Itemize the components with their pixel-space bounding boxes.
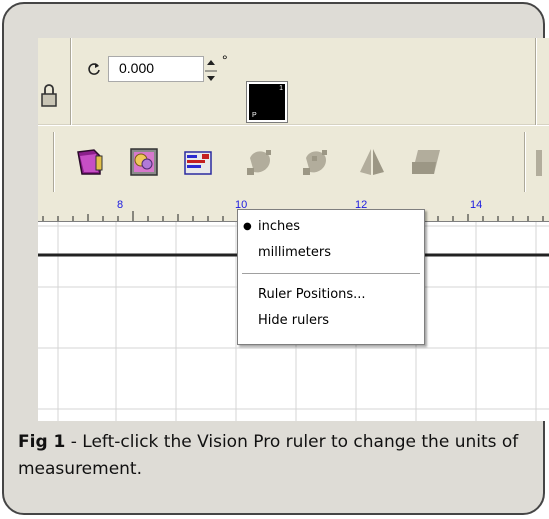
figure-frame: 0.000 ° 1 P 8 10 12 14 ● inches millimet… xyxy=(2,2,549,515)
toolbar-separator xyxy=(70,38,72,125)
ruler-tick-label: 8 xyxy=(117,199,124,211)
property-toolbar: 0.000 ° 1 P xyxy=(38,38,549,125)
ruler-tick-label: 14 xyxy=(470,199,483,211)
menu-item-label: inches xyxy=(258,219,301,234)
menu-item-label: Ruler Positions... xyxy=(258,287,366,302)
color-swatch[interactable]: 1 P xyxy=(246,81,288,123)
swatch-corner-label: P xyxy=(252,112,257,119)
lock-icon[interactable] xyxy=(40,82,58,108)
figure-label: Fig 1 xyxy=(18,432,66,452)
swatch-corner-label: 1 xyxy=(279,85,283,92)
rotate-icon xyxy=(88,63,100,75)
icon-toolbar xyxy=(38,125,549,200)
gradient-fill-icon[interactable] xyxy=(128,146,160,178)
menu-item-inches[interactable]: ● inches xyxy=(238,216,424,238)
menu-item-label: Hide rulers xyxy=(258,313,330,328)
toolbar-separator xyxy=(524,132,526,192)
toolbar-separator xyxy=(53,132,55,192)
shape-icon[interactable] xyxy=(410,146,442,178)
app-screenshot: 0.000 ° 1 P 8 10 12 14 ● inches millimet… xyxy=(38,38,549,421)
menu-item-ruler-positions[interactable]: Ruler Positions... xyxy=(238,284,424,306)
page-icon[interactable] xyxy=(74,146,106,178)
node-edit-icon[interactable] xyxy=(244,146,276,178)
spinner-icon[interactable] xyxy=(204,56,218,86)
caption-text: - Left-click the Vision Pro ruler to cha… xyxy=(18,432,519,479)
degree-symbol: ° xyxy=(222,52,228,68)
menu-item-hide-rulers[interactable]: Hide rulers xyxy=(238,310,424,332)
toolbar-separator xyxy=(535,38,537,125)
properties-icon[interactable] xyxy=(182,146,214,178)
ruler-units-menu: ● inches millimeters Ruler Positions... … xyxy=(237,209,425,345)
menu-item-label: millimeters xyxy=(258,245,331,260)
menu-separator xyxy=(242,273,420,275)
figure-caption: Fig 1 - Left-click the Vision Pro ruler … xyxy=(18,429,533,483)
rotation-input[interactable]: 0.000 xyxy=(108,56,204,82)
node-add-icon[interactable] xyxy=(300,146,332,178)
grip-icon xyxy=(536,150,542,176)
mirror-icon[interactable] xyxy=(356,146,388,178)
selected-marker-icon: ● xyxy=(243,221,252,232)
menu-item-millimeters[interactable]: millimeters xyxy=(238,242,424,264)
